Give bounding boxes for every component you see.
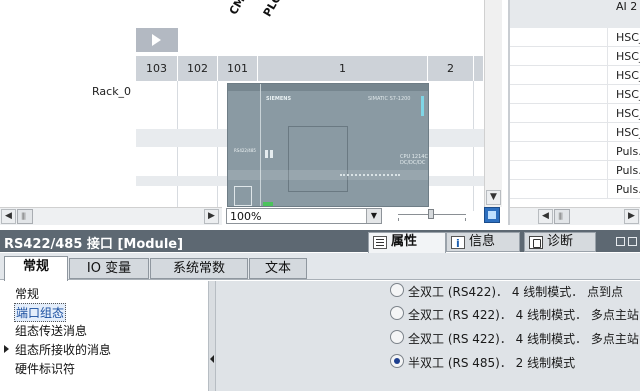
slot-header-1: 1 [258, 56, 428, 81]
plc-status-strip [421, 96, 424, 116]
float-window-icon[interactable] [616, 237, 625, 246]
tab-label: 信息 [469, 234, 496, 249]
radio-button-selected[interactable] [390, 354, 404, 368]
led-icon [270, 150, 273, 158]
plc-top-bar [228, 84, 428, 91]
subtab-general[interactable]: 常规 [4, 256, 68, 281]
rack-label: Rack_0 [92, 85, 132, 98]
list-item[interactable]: Puls. [510, 180, 640, 199]
plc-green-led [263, 202, 273, 206]
list-item[interactable]: HSC_ [510, 66, 640, 85]
grip-icon: ||| [558, 212, 563, 220]
plc-module[interactable]: SIEMENS SIMATIC S7-1200 RS422/485 CPU 12… [227, 83, 429, 207]
rack-rail [428, 176, 484, 186]
scroll-thumb[interactable]: ||| [17, 209, 33, 224]
option-label: 全双工 (RS422)． 4 线制模式． 点到点 [408, 285, 624, 299]
slot-header-103: 103 [136, 56, 178, 81]
scroll-down-icon[interactable]: ▼ [486, 190, 501, 205]
maximize-icon[interactable] [628, 237, 637, 246]
plc-brand: SIEMENS [266, 96, 292, 102]
zoom-to-fit-icon[interactable] [484, 207, 500, 223]
list-item[interactable]: HSC_ [510, 47, 640, 66]
option-label: 半双工 (RS 485)． 2 线制模式 [408, 356, 576, 370]
slot-header-102: 102 [178, 56, 218, 81]
list-item[interactable]: Puls. [510, 161, 640, 180]
module-label-cm: CM [226, 0, 248, 18]
subtab-io-tags[interactable]: IO 变量 [69, 258, 149, 279]
nav-item-receive-message[interactable]: 组态所接收的消息 [15, 341, 111, 358]
tab-properties[interactable]: 属性 [368, 232, 446, 254]
list-item[interactable]: HSC_ [510, 104, 640, 123]
rack-rail [428, 129, 484, 147]
scroll-right-icon[interactable]: ▶ [624, 209, 639, 224]
plc-divider [260, 84, 261, 206]
grip-icon: ||| [21, 212, 26, 220]
nav-item-hardware-identifier[interactable]: 硬件标识符 [15, 360, 75, 377]
tab-label: 诊断 [547, 234, 574, 249]
expand-rack-button[interactable] [136, 28, 178, 52]
plc-cpu-text: CPU 1214C DC/DC/DC [400, 154, 428, 166]
info-icon [451, 235, 465, 253]
expand-arrow-icon [152, 34, 161, 46]
scroll-left-icon[interactable]: ◀ [538, 209, 553, 224]
slot-header-2: 2 [428, 56, 474, 81]
plc-terminal-dots [340, 174, 400, 176]
radio-button[interactable] [390, 306, 404, 320]
cm-module-face: RS422/485 [234, 148, 256, 153]
led-icon [265, 150, 268, 158]
cm-connector [234, 186, 252, 206]
nav-item-port-configuration[interactable]: 端口组态 [14, 303, 67, 322]
list-item[interactable]: HSC_ [510, 28, 640, 47]
scroll-left-icon[interactable]: ◀ [1, 209, 16, 224]
plc-front-door [288, 126, 348, 192]
panel-top-item: AI 2 [616, 0, 638, 13]
plc-model: SIMATIC S7-1200 [368, 96, 411, 102]
zoom-slider[interactable] [398, 209, 466, 221]
device-horizontal-scrollbar[interactable]: ◀ ||| ▶ [0, 207, 222, 225]
tab-label: 属性 [391, 234, 418, 249]
nav-splitter[interactable] [208, 281, 216, 391]
zoom-value: 100% [230, 210, 262, 223]
nav-item-transmit-message[interactable]: 组态传送消息 [15, 322, 87, 339]
port-configuration-panel: 全双工 (RS422)． 4 线制模式． 点到点 全双工 (RS 422)． 4… [216, 281, 640, 391]
device-view[interactable]: CM PLC_ 103 102 101 1 2 Rack_0 SIEMENS S… [0, 0, 502, 225]
tab-info[interactable]: 信息 [446, 232, 520, 253]
module-label-plc: PLC_ [260, 0, 287, 19]
inspector-nav-tree: 常规 端口组态 组态传送消息 组态所接收的消息 硬件标识符 [0, 281, 208, 391]
slot-header-partial [474, 56, 484, 81]
diagnostics-icon [529, 236, 543, 249]
window-controls[interactable] [614, 234, 638, 250]
device-vertical-scrollbar[interactable]: ▼ [484, 0, 502, 207]
slot-header-101: 101 [218, 56, 258, 81]
rack-rail [136, 176, 228, 186]
tab-diagnostics[interactable]: 诊断 [524, 232, 596, 252]
nav-item-general[interactable]: 常规 [15, 285, 39, 302]
expand-arrow-icon[interactable] [4, 345, 9, 353]
inspector-subtabs: 常规 IO 变量 系统常数 文本 [0, 253, 640, 281]
option-label: 全双工 (RS 422)． 4 线制模式． 多点主站 [408, 308, 639, 322]
collapse-arrow-icon[interactable] [210, 355, 214, 363]
zoom-slider-knob[interactable] [428, 209, 434, 219]
radio-button[interactable] [390, 283, 404, 297]
subtab-texts[interactable]: 文本 [249, 258, 307, 279]
scroll-thumb[interactable]: ||| [554, 209, 570, 224]
subtab-system-constants[interactable]: 系统常数 [150, 258, 248, 279]
panel-horizontal-scrollbar[interactable]: ◀ ||| ▶ [510, 207, 640, 225]
properties-icon [373, 236, 387, 249]
list-item[interactable]: HSC_ [510, 85, 640, 104]
option-label: 全双工 (RS 422)． 4 线制模式． 多点主站 [408, 332, 639, 346]
rack-rail [136, 129, 228, 147]
chevron-down-icon[interactable]: ▼ [366, 209, 381, 223]
list-item[interactable]: HSC_ [510, 123, 640, 142]
zoom-select[interactable]: 100% ▼ [226, 208, 382, 224]
list-item[interactable]: Puls. [510, 142, 640, 161]
scroll-right-icon[interactable]: ▶ [204, 209, 219, 224]
radio-button[interactable] [390, 330, 404, 344]
io-overview-panel[interactable]: AI 2 HSC_ HSC_ HSC_ HSC_ HSC_ HSC_ Puls.… [508, 0, 640, 225]
inspector-title: RS422/485 接口 [Module] [4, 237, 184, 252]
